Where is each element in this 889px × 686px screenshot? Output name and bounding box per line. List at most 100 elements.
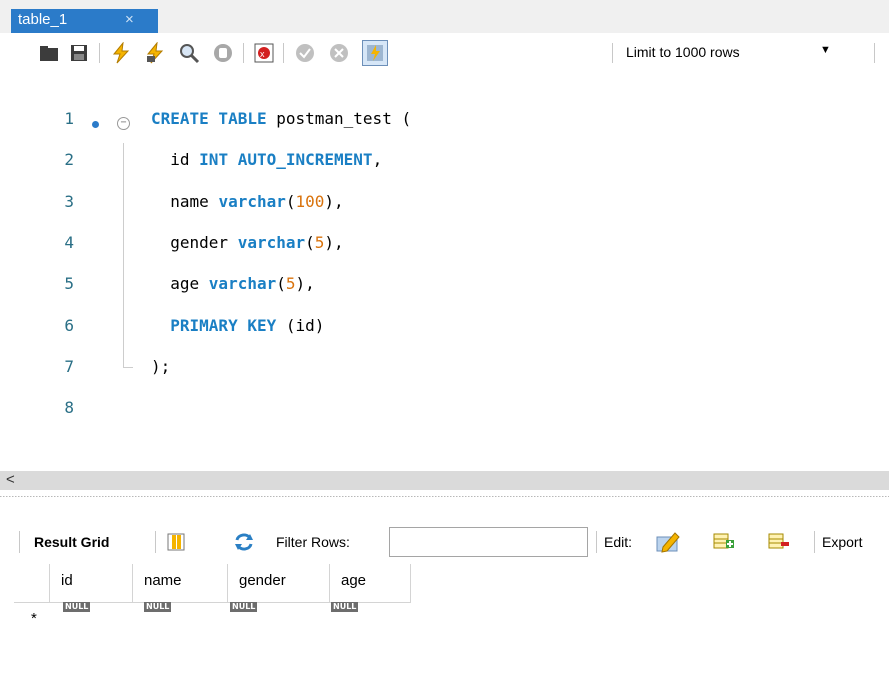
sql-text: ( — [285, 191, 296, 211]
commit-check-icon[interactable] — [294, 42, 316, 64]
code-text: name varchar(100), — [151, 191, 344, 211]
null-cell-gender[interactable]: NULL — [230, 602, 258, 612]
new-row-marker: * — [31, 610, 37, 627]
code-text: ); — [151, 357, 170, 376]
execute-current-icon[interactable] — [144, 42, 166, 64]
result-toolbar: Result Grid Filter Rows: Edit: Export — [0, 523, 889, 561]
sql-text: ( — [305, 232, 315, 252]
tab-label: table_1 — [18, 11, 68, 28]
filter-rows-label: Filter Rows: — [276, 534, 350, 550]
sql-text: ), — [295, 274, 315, 294]
sql-text: , — [372, 150, 383, 170]
column-header-label: id — [61, 572, 73, 589]
result-grid[interactable]: id name gender age NULL NULL NULL NULL * — [0, 561, 889, 686]
add-row-icon[interactable] — [713, 531, 735, 551]
sql-keyword: varchar — [237, 232, 306, 252]
sql-text: gender — [151, 232, 238, 252]
sql-text: id — [151, 150, 200, 170]
execute-lightning-icon[interactable] — [110, 42, 132, 64]
limit-rows-select[interactable]: Limit to 1000 rows ▼ — [620, 40, 862, 66]
toolbar-separator — [814, 531, 815, 553]
toolbar-separator — [283, 43, 284, 63]
edit-pencil-icon[interactable] — [655, 529, 681, 553]
sql-keyword: varchar — [208, 274, 277, 294]
code-text: age varchar(5), — [151, 274, 315, 293]
autocommit-toggle-icon[interactable] — [362, 40, 388, 66]
column-header-gender[interactable]: gender — [228, 564, 330, 603]
stop-hand-icon[interactable] — [212, 42, 234, 64]
column-header-age[interactable]: age — [330, 564, 411, 603]
chevron-down-icon: ▼ — [820, 44, 831, 56]
sql-number: 5 — [314, 232, 325, 252]
sql-text: ), — [324, 191, 344, 211]
toolbar-separator — [612, 43, 613, 63]
filter-rows-input[interactable] — [389, 527, 588, 557]
toolbar-separator — [19, 531, 20, 553]
tab-table-1[interactable]: table_1 × — [11, 9, 158, 33]
code-text: PRIMARY KEY (id) — [151, 316, 324, 335]
column-header-label: gender — [239, 572, 286, 589]
refresh-icon[interactable] — [233, 533, 255, 551]
code-line[interactable]: 8 — [0, 388, 889, 429]
row-header-corner — [14, 564, 50, 603]
code-line[interactable]: 6 PRIMARY KEY (id) — [0, 306, 889, 347]
code-text: gender varchar(5), — [151, 232, 344, 252]
toggle-error-icon[interactable]: x — [253, 42, 275, 64]
code-line[interactable]: 4 gender varchar(5), — [0, 223, 889, 264]
column-header-name[interactable]: name — [133, 564, 228, 603]
export-label[interactable]: Export — [822, 534, 862, 550]
line-number: 7 — [64, 356, 74, 376]
sql-text: (id) — [276, 315, 325, 335]
code-text: id INT AUTO_INCREMENT, — [151, 150, 382, 169]
scroll-left-icon[interactable]: < — [6, 471, 15, 488]
null-cell-name[interactable]: NULL — [144, 602, 172, 612]
null-cell-age[interactable]: NULL — [331, 602, 359, 612]
panel-splitter[interactable] — [0, 490, 889, 502]
sql-text: ( — [276, 274, 286, 294]
code-line[interactable]: 7); — [0, 347, 889, 388]
open-folder-icon[interactable] — [38, 42, 60, 64]
code-line[interactable]: 3 name varchar(100), — [0, 182, 889, 223]
edit-label: Edit: — [604, 534, 633, 550]
close-icon[interactable]: × — [125, 11, 134, 28]
line-number: 6 — [64, 315, 74, 335]
line-number: 3 — [64, 191, 74, 211]
line-number: 8 — [64, 398, 74, 418]
code-line[interactable]: 2 id INT AUTO_INCREMENT, — [0, 140, 889, 181]
limit-rows-value: Limit to 1000 rows — [626, 44, 740, 60]
line-number: 2 — [64, 150, 74, 170]
column-header-label: name — [144, 572, 182, 589]
sql-toolbar: x Limit to 1000 rows ▼ — [0, 33, 889, 71]
line-number: 1 — [64, 109, 74, 128]
result-grid-label[interactable]: Result Grid — [34, 534, 109, 550]
line-number: 5 — [64, 274, 74, 294]
delete-row-icon[interactable] — [768, 531, 790, 551]
sql-text: postman_test ( — [266, 109, 412, 128]
column-header-label: age — [341, 572, 367, 589]
rollback-x-icon[interactable] — [328, 42, 350, 64]
null-cell-id[interactable]: NULL — [63, 602, 91, 612]
toolbar-separator — [243, 43, 244, 63]
sql-text: age — [151, 274, 209, 294]
sql-text: ); — [151, 356, 171, 376]
grid-layout-icon[interactable] — [166, 532, 186, 552]
code-line[interactable]: 1 CREATE TABLE postman_test ( — [0, 99, 889, 140]
sql-number: 5 — [285, 274, 296, 294]
toolbar-separator — [596, 531, 597, 553]
code-text: CREATE TABLE postman_test ( — [151, 109, 411, 128]
sql-text: ), — [324, 232, 344, 252]
line-number: 4 — [64, 232, 74, 252]
sql-keyword: varchar — [218, 191, 286, 211]
sql-number: 100 — [295, 191, 325, 211]
sql-editor[interactable]: − 1 CREATE TABLE postman_test (2 id INT A… — [0, 71, 889, 471]
code-line[interactable]: 5 age varchar(5), — [0, 264, 889, 305]
sql-keyword: PRIMARY KEY — [151, 315, 277, 335]
column-header-id[interactable]: id — [50, 564, 133, 603]
sql-text: name — [151, 191, 219, 211]
sql-keyword: INT AUTO_INCREMENT — [199, 150, 373, 170]
save-icon[interactable] — [68, 42, 90, 64]
horizontal-scrollbar[interactable]: < — [0, 471, 889, 490]
toolbar-separator — [155, 531, 156, 553]
explain-magnifier-icon[interactable] — [178, 42, 200, 64]
tab-strip: table_1 × — [0, 0, 889, 33]
